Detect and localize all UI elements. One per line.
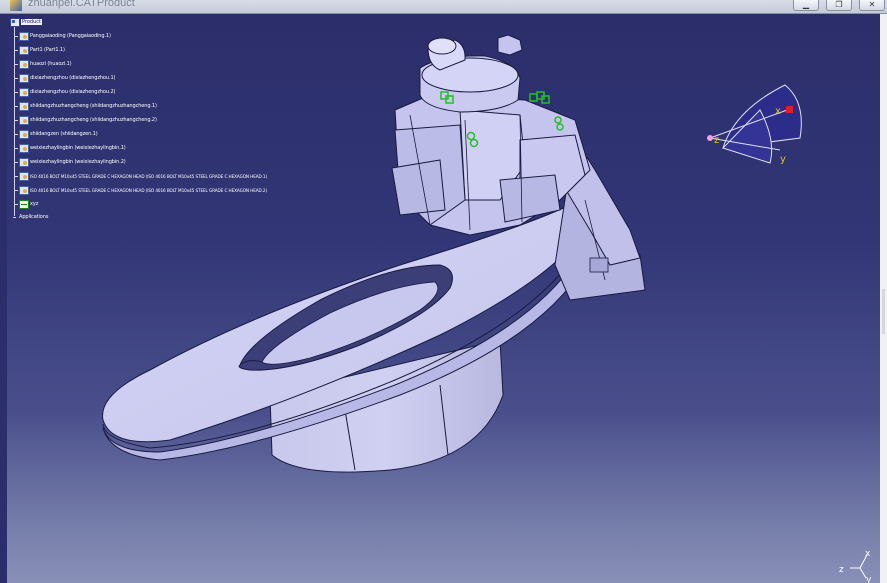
compass-y-label: y [780, 154, 786, 165]
close-button[interactable]: ✕ [859, 0, 885, 11]
compass-z-label: z [714, 135, 719, 146]
part-icon [19, 87, 29, 97]
tree-item[interactable]: Part1 (Part1.1) [14, 45, 65, 55]
part-icon [19, 73, 29, 83]
tree-item[interactable]: shiidangzhuzhangcheng (shiidangzhuzhangc… [14, 115, 157, 125]
tree-item[interactable]: dixiazhengzhou (dixiazhengzhou.2) [14, 87, 116, 97]
left-border [0, 14, 7, 583]
tree-item-label: dixiazhengzhou (dixiazhengzhou.1) [30, 75, 116, 81]
tree-item[interactable]: dixiazhengzhou (dixiazhengzhou.1) [14, 73, 116, 83]
3d-viewport[interactable]: x y z z x y Product Panggaiaoding (Pangg… [7, 14, 880, 583]
part-icon [19, 101, 29, 111]
tree-item-label: ISO 4016 BOLT M10x45 STEEL GRADE C HEXAG… [30, 187, 267, 193]
tree-item-applications[interactable]: Applications [9, 212, 48, 222]
tree-item[interactable]: weixiezhaylingbin (weixiezhaylingbin.2) [14, 157, 126, 167]
product-icon [10, 17, 20, 27]
tree-root[interactable]: Product [10, 17, 42, 27]
tree-item[interactable]: weixiezhaylingbin (weixiezhaylingbin.1) [14, 143, 126, 153]
3d-model-canvas[interactable]: x y z z x y [7, 14, 880, 583]
part-icon [19, 45, 29, 55]
compass-x-label: x [775, 106, 781, 117]
part-icon [19, 115, 29, 125]
part-icon [19, 185, 29, 195]
axis-triad: z x y [839, 549, 872, 583]
compass-widget[interactable]: x y z [707, 84, 802, 165]
tree-item[interactable]: ISO 4016 BOLT M10x45 STEEL GRADE C HEXAG… [14, 171, 267, 181]
triad-x-label: x [865, 549, 871, 559]
triad-y-label: y [866, 575, 872, 583]
tree-item[interactable]: Panggaiaoding (Panggaiaoding.1) [14, 31, 111, 41]
tree-item-label: huaozi (huaozi.1) [30, 61, 72, 67]
part-icon [19, 59, 29, 69]
catia-product-icon [10, 0, 22, 11]
tree-item-label: shiidangzhuzhangcheng (shiidangzhuzhangc… [30, 117, 157, 123]
tree-item[interactable]: xyz [14, 199, 39, 209]
window-titlebar: zhuanpei.CATProduct ▁ ❐ ✕ [0, 0, 887, 14]
tree-root-label: Product [21, 19, 42, 25]
tree-item-label: Applications [19, 214, 49, 220]
part-icon [19, 171, 29, 181]
tree-item-label: weixiezhaylingbin (weixiezhaylingbin.2) [30, 159, 126, 165]
tree-item-label: xyz [30, 201, 39, 207]
tree-item[interactable]: ISO 4016 BOLT M10x45 STEEL GRADE C HEXAG… [14, 185, 267, 195]
part-icon [19, 31, 29, 41]
scrollbar-thumb[interactable] [882, 289, 885, 334]
tree-item[interactable]: shiidangzen (shiidangzen.1) [14, 129, 98, 139]
constraints-icon [19, 199, 29, 209]
tree-item-label: ISO 4016 BOLT M10x45 STEEL GRADE C HEXAG… [30, 173, 267, 179]
maximize-button[interactable]: ❐ [826, 0, 852, 11]
window-title: zhuanpei.CATProduct [28, 0, 135, 9]
part-icon [19, 157, 29, 167]
triad-z-label: z [839, 565, 844, 575]
tree-item-label: dixiazhengzhou (dixiazhengzhou.2) [30, 89, 116, 95]
tree-item-label: shiidangzen (shiidangzen.1) [30, 131, 98, 137]
tree-item-label: shiidangzhuzhangcheng (shiidangzhuzhangc… [30, 103, 157, 109]
tree-item[interactable]: shiidangzhuzhangcheng (shiidangzhuzhangc… [14, 101, 157, 111]
part-icon [19, 143, 29, 153]
tree-item-label: Panggaiaoding (Panggaiaoding.1) [30, 33, 111, 39]
tree-item-label: weixiezhaylingbin (weixiezhaylingbin.1) [30, 145, 126, 151]
part-icon [19, 129, 29, 139]
tree-item[interactable]: huaozi (huaozi.1) [14, 59, 72, 69]
right-scrollbar[interactable] [880, 14, 887, 583]
minimize-button[interactable]: ▁ [793, 0, 819, 11]
tree-item-label: Part1 (Part1.1) [30, 47, 65, 53]
